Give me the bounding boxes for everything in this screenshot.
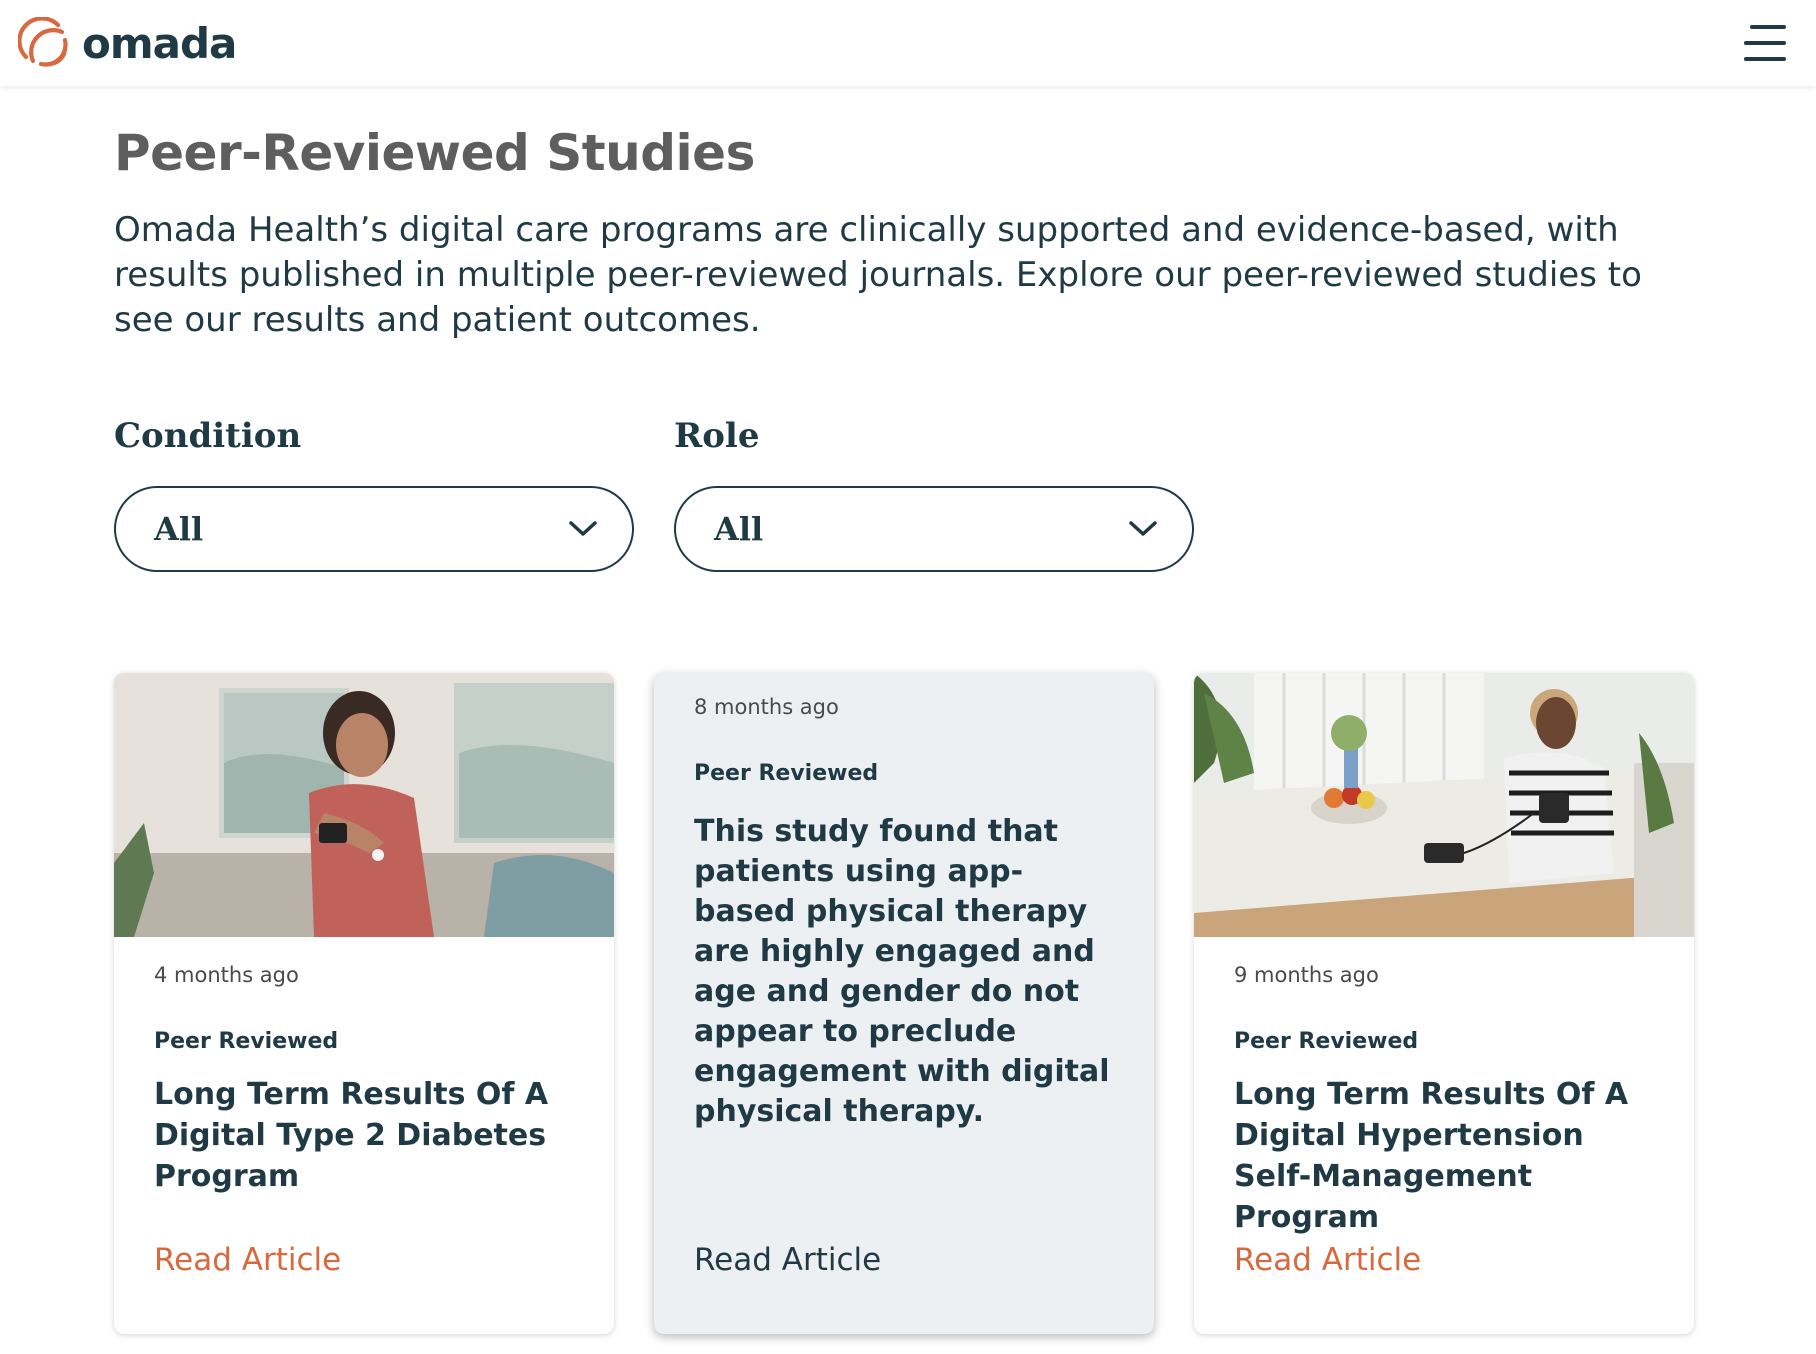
main-content: Peer-Reviewed Studies Omada Health’s dig… [114,86,1714,1334]
logo-text: omada [82,18,237,68]
menu-line [1750,25,1786,29]
chevron-down-icon [1129,521,1157,536]
card-time: 4 months ago [154,963,299,987]
page-title: Peer-Reviewed Studies [114,124,755,182]
woman-measuring-blood-pressure-photo [1194,673,1694,937]
card-body: 4 months ago Peer Reviewed Long Term Res… [114,937,614,1197]
card-tag: Peer Reviewed [154,1029,339,1054]
role-select-value: All [714,510,764,548]
condition-filter: Condition All [114,416,634,572]
role-label: Role [674,416,760,456]
card-tag: Peer Reviewed [1234,1029,1419,1054]
site-header: omada [0,0,1816,86]
study-card[interactable]: 4 months ago Peer Reviewed Long Term Res… [114,673,614,1334]
card-tag: Peer Reviewed [694,761,879,786]
filters: Condition All Role All [114,416,1194,572]
card-title: Long Term Results Of A Digital Type 2 Di… [154,1077,549,1194]
card-body: 9 months ago Peer Reviewed Long Term Res… [1194,937,1694,1238]
read-article-link[interactable]: Read Article [694,1242,881,1278]
omada-logo-icon [18,17,68,67]
study-card[interactable]: 9 months ago Peer Reviewed Long Term Res… [1194,673,1694,1334]
card-title: This study found that patients using app… [694,814,1110,1129]
menu-line [1744,41,1786,45]
read-article-link[interactable]: Read Article [1234,1242,1421,1278]
role-select[interactable]: All [674,486,1194,572]
card-time: 8 months ago [694,695,839,719]
condition-select[interactable]: All [114,486,634,572]
card-title: Long Term Results Of A Digital Hypertens… [1234,1077,1629,1235]
role-filter: Role All [674,416,1194,572]
omada-logo-link[interactable]: omada [18,17,237,69]
woman-scanning-glucose-sensor-photo [114,673,614,937]
chevron-down-icon [569,521,597,536]
study-cards: 4 months ago Peer Reviewed Long Term Res… [114,673,1694,1334]
card-time: 9 months ago [1234,963,1379,987]
study-card[interactable]: 8 months ago Peer Reviewed This study fo… [654,673,1154,1334]
hamburger-menu-icon[interactable] [1744,25,1788,61]
card-body: 8 months ago Peer Reviewed This study fo… [654,673,1154,1132]
page-intro: Omada Health’s digital care programs are… [114,210,1642,340]
read-article-link[interactable]: Read Article [154,1242,341,1278]
condition-select-value: All [154,510,204,548]
condition-label: Condition [114,416,302,456]
menu-line [1744,57,1786,61]
